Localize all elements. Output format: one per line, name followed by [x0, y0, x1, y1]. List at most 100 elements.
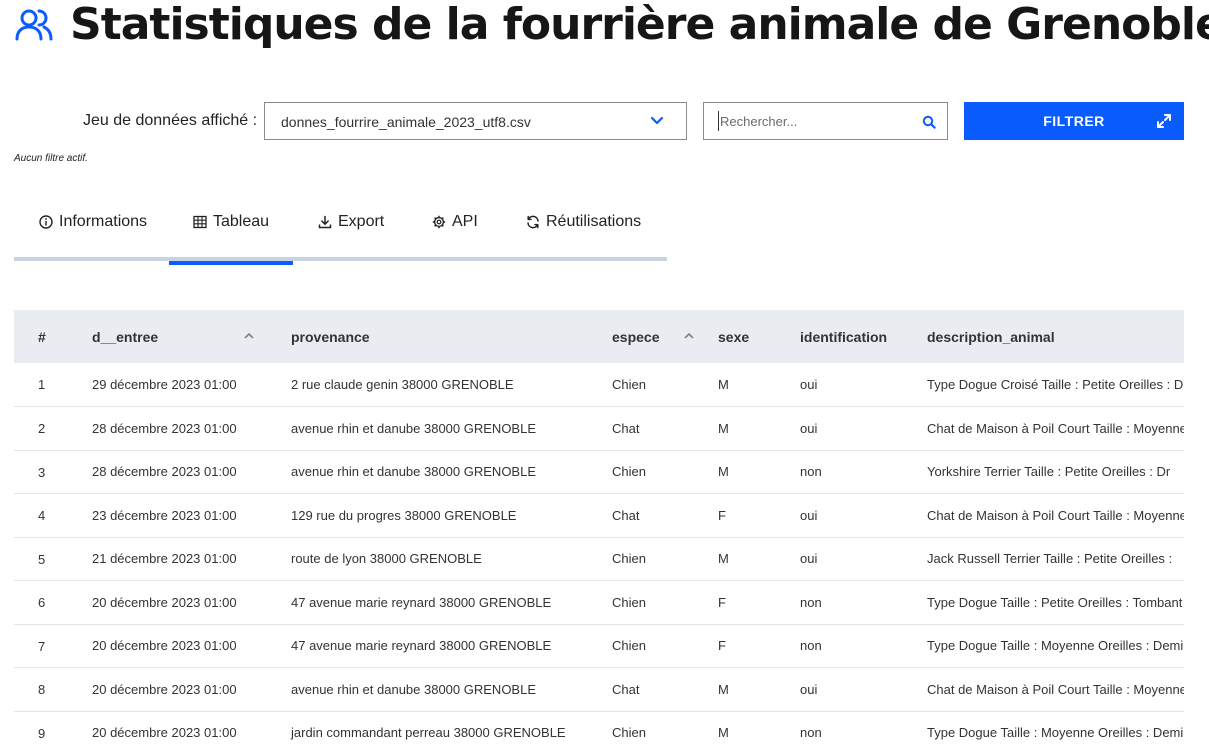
tab-api[interactable]: API [432, 204, 478, 261]
data-table-container[interactable]: # d__entree provenance espece sexe ident… [14, 310, 1184, 749]
tab-label: Tableau [213, 213, 270, 230]
cell-provenance: 129 rue du progres 38000 GRENOBLE [279, 493, 612, 538]
column-header-index[interactable]: # [14, 310, 82, 363]
cell-date-entree: 20 décembre 2023 01:00 [82, 711, 279, 749]
table-row[interactable]: 5 21 décembre 2023 01:00 route de lyon 380… [14, 537, 1184, 581]
tab-reutilisations[interactable]: Réutilisations [526, 204, 641, 261]
cell-index: 1 [14, 363, 82, 407]
filter-button-label: FILTRER [1043, 113, 1105, 129]
tab-label: Réutilisations [546, 213, 642, 230]
column-header-provenance[interactable]: provenance [279, 310, 612, 363]
users-icon [15, 9, 53, 41]
sort-up-icon[interactable] [244, 332, 254, 339]
page-header: Statistiques de la fourrière animale de … [14, 0, 1209, 54]
cell-description: Jack Russell Terrier Taille : Petite Ore… [927, 537, 1184, 581]
cell-identification: oui [800, 537, 927, 581]
cell-identification: non [800, 580, 927, 625]
cell-sexe: M [718, 537, 800, 581]
column-header-sexe[interactable]: sexe [718, 310, 800, 363]
column-header-identification[interactable]: identification [800, 310, 927, 363]
tab-tableau[interactable]: Tableau [168, 204, 294, 265]
cell-sexe: M [718, 450, 800, 494]
cell-sexe: M [718, 711, 800, 749]
table-icon [193, 215, 207, 229]
cell-index: 3 [14, 450, 82, 494]
tab-informations[interactable]: Informations [39, 204, 147, 261]
cell-index: 9 [14, 711, 82, 749]
table-row[interactable]: 1 29 décembre 2023 01:00 2 rue claude geni… [14, 363, 1184, 407]
table-row[interactable]: 2 28 décembre 2023 01:00 avenue rhin et da… [14, 406, 1184, 451]
cell-identification: oui [800, 667, 927, 712]
cell-espece: Chat [612, 406, 718, 451]
cell-date-entree: 23 décembre 2023 01:00 [82, 493, 279, 538]
cell-identification: oui [800, 363, 927, 407]
cell-description: Yorkshire Terrier Taille : Petite Oreill… [927, 450, 1184, 494]
filter-button[interactable]: FILTRER [964, 102, 1184, 140]
table-row[interactable]: 4 23 décembre 2023 01:00 129 rue du progre… [14, 493, 1184, 538]
download-icon [318, 215, 332, 229]
cell-description: Type Dogue Taille : Moyenne Oreilles : D… [927, 711, 1184, 749]
cell-espece: Chat [612, 493, 718, 538]
cell-description: Chat de Maison à Poil Court Taille : Moy… [927, 667, 1184, 712]
cell-identification: non [800, 711, 927, 749]
cell-index: 2 [14, 406, 82, 451]
cell-description: Type Dogue Taille : Petite Oreilles : To… [927, 580, 1184, 625]
toolbar: Jeu de données affiché : donnes_fourrire… [0, 102, 1209, 140]
cell-espece: Chien [612, 537, 718, 581]
dataset-label: Jeu de données affiché : [83, 112, 258, 129]
cell-description: Chat de Maison à Poil Court Taille : Moy… [927, 493, 1184, 538]
tab-label: Informations [59, 213, 148, 230]
column-header-description[interactable]: description_animal [927, 310, 1184, 363]
refresh-icon [527, 215, 539, 229]
cell-espece: Chien [612, 624, 718, 668]
chevron-down-icon [650, 116, 664, 125]
sort-up-icon[interactable] [684, 332, 694, 339]
cell-index: 8 [14, 667, 82, 712]
cell-date-entree: 20 décembre 2023 01:00 [82, 667, 279, 712]
cell-identification: oui [800, 406, 927, 451]
cell-provenance: jardin commandant perreau 38000 GRENOBLE [279, 711, 612, 749]
search-icon[interactable] [922, 115, 936, 129]
table-row[interactable]: 3 28 décembre 2023 01:00 avenue rhin et da… [14, 450, 1184, 494]
table-body: 1 29 décembre 2023 01:00 2 rue claude geni… [14, 363, 1184, 749]
info-icon [39, 215, 53, 229]
cell-sexe: F [718, 580, 800, 625]
data-table: # d__entree provenance espece sexe ident… [14, 310, 1184, 749]
cell-espece: Chien [612, 580, 718, 625]
page-title: Statistiques de la fourrière animale de … [70, 0, 1209, 50]
tab-bar: Informations Tableau Export API Réutilis… [14, 204, 667, 265]
cell-espece: Chien [612, 450, 718, 494]
cell-description: Type Dogue Croisé Taille : Petite Oreill… [927, 363, 1184, 407]
column-header-espece[interactable]: espece [612, 310, 718, 363]
table-row[interactable]: 8 20 décembre 2023 01:00 avenue rhin et da… [14, 667, 1184, 712]
cell-identification: non [800, 624, 927, 668]
table-row[interactable]: 9 20 décembre 2023 01:00 jardin commandant… [14, 711, 1184, 749]
cell-espece: Chien [612, 363, 718, 407]
dataset-select[interactable]: donnes_fourrire_animale_2023_utf8.csv [264, 102, 687, 140]
cell-identification: oui [800, 493, 927, 538]
cell-provenance: avenue rhin et danube 38000 GRENOBLE [279, 450, 612, 494]
cell-index: 4 [14, 493, 82, 538]
tab-export[interactable]: Export [318, 204, 384, 261]
search-input[interactable] [718, 111, 908, 131]
cell-sexe: M [718, 406, 800, 451]
cell-sexe: F [718, 493, 800, 538]
cell-index: 7 [14, 624, 82, 668]
expand-icon[interactable] [1156, 113, 1172, 129]
gear-icon [432, 215, 446, 229]
tab-label: API [452, 213, 478, 230]
cell-index: 6 [14, 580, 82, 625]
cell-date-entree: 29 décembre 2023 01:00 [82, 363, 279, 407]
cell-provenance: 47 avenue marie reynard 38000 GRENOBLE [279, 580, 612, 625]
search-box [703, 102, 948, 140]
cell-provenance: avenue rhin et danube 38000 GRENOBLE [279, 406, 612, 451]
table-row[interactable]: 6 20 décembre 2023 01:00 47 avenue marie r… [14, 580, 1184, 625]
cell-date-entree: 20 décembre 2023 01:00 [82, 580, 279, 625]
tab-label: Export [338, 213, 385, 230]
table-row[interactable]: 7 20 décembre 2023 01:00 47 avenue marie r… [14, 624, 1184, 668]
column-header-label: d__entree [92, 328, 159, 345]
table-header-row: # d__entree provenance espece sexe ident… [14, 310, 1184, 363]
cell-index: 5 [14, 537, 82, 581]
cell-provenance: 2 rue claude genin 38000 GRENOBLE [279, 363, 612, 407]
column-header-date-entree[interactable]: d__entree [82, 310, 279, 363]
